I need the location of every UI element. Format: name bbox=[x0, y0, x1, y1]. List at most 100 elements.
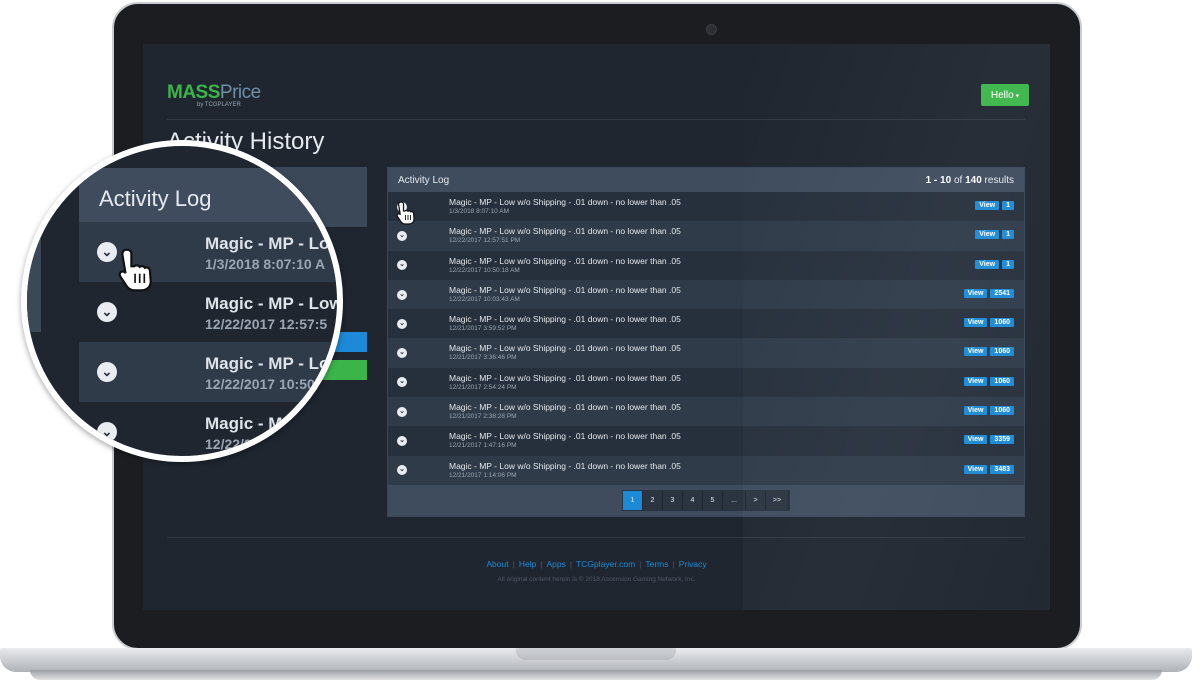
view-button[interactable]: View bbox=[963, 406, 988, 416]
footer-link[interactable]: Apps bbox=[547, 559, 566, 569]
results-total: 140 bbox=[965, 174, 982, 186]
magnified-table-row: ⌄ Magic - MP - Lo 12/22/2017 10:50 bbox=[79, 342, 337, 402]
chevron-down-icon: ⌄ bbox=[97, 422, 117, 442]
chevron-down-icon[interactable]: ⌄ bbox=[397, 436, 407, 447]
chevron-down-icon: ⌄ bbox=[97, 242, 117, 262]
view-button[interactable]: View bbox=[975, 259, 1000, 269]
count-badge: 1 bbox=[1002, 259, 1014, 269]
results-range: 1 - 10 bbox=[925, 174, 952, 186]
view-button[interactable]: View bbox=[975, 201, 1000, 210]
table-row[interactable]: ⌄ Magic - MP - Low w/o Shipping - .01 dow… bbox=[388, 368, 1024, 397]
laptop-notch bbox=[516, 648, 676, 660]
table-row[interactable]: ⌄ Magic - MP - Low w/o Shipping - .01 dow… bbox=[388, 338, 1024, 368]
view-button[interactable]: View bbox=[975, 230, 1000, 240]
table-row[interactable]: ⌄Magic - MP - Low w/o Shipping - .01 dow… bbox=[388, 192, 1024, 221]
row-title: Magic - MP - Low w/o Shipping - .01 down… bbox=[449, 255, 681, 266]
magnified-row-date: 12/22/2017 bbox=[205, 436, 276, 452]
table-row[interactable]: ⌄ Magic - MP - Low w/o Shipping - .01 dow… bbox=[388, 455, 1024, 485]
page-link[interactable]: > bbox=[746, 491, 766, 510]
table-row[interactable]: ⌄Magic - MP - Low w/o Shipping - .01 dow… bbox=[388, 426, 1024, 455]
footer-separator: | bbox=[639, 559, 642, 569]
count-badge: 3359 bbox=[990, 435, 1014, 445]
magnified-row-date: 12/22/2017 10:50 bbox=[205, 376, 315, 392]
app-logo[interactable]: MASSPrice by TCGPLAYER bbox=[167, 82, 261, 108]
table-row[interactable]: ⌄ Magic - MP - Low w/o Shipping - .01 dow… bbox=[388, 309, 1024, 338]
footer-link[interactable]: About bbox=[486, 559, 508, 569]
page-link[interactable]: >> bbox=[766, 491, 789, 510]
magnified-row-title: Magic - MP bbox=[205, 414, 294, 433]
footer-separator: | bbox=[512, 559, 515, 569]
page-link[interactable]: ... bbox=[723, 491, 746, 510]
logo-price: Price bbox=[219, 82, 261, 103]
page-link[interactable]: 1 bbox=[623, 491, 643, 510]
table-row[interactable]: ⌄ Magic - MP - Low w/o Shipping - .01 dow… bbox=[388, 251, 1024, 280]
activity-log-panel: Activity Log 1 - 10 of 140 results ⌄ Magi… bbox=[387, 167, 1025, 517]
row-date: 12/21/2017 3:36:46 PM bbox=[449, 354, 517, 362]
footer-link[interactable]: Terms bbox=[645, 559, 668, 569]
row-date: 12/21/2017 1:14:06 PM bbox=[449, 471, 517, 479]
row-title: Magic - MP - Low w/o Shipping - .01 down… bbox=[449, 314, 681, 325]
view-button[interactable]: View bbox=[963, 318, 988, 328]
row-date: 12/22/2017 12:57:51 PM bbox=[449, 237, 521, 245]
count-badge: 1060 bbox=[990, 406, 1014, 416]
count-badge: 1060 bbox=[990, 347, 1014, 357]
magnified-row-title: Magic - MP - Lo bbox=[205, 354, 330, 373]
magnified-table-row: ⌄ Magic - MP 12/22/2017 bbox=[79, 402, 337, 456]
row-date: 12/21/2017 1:47:16 PM bbox=[449, 442, 517, 450]
table-row[interactable]: ⌄Magic - MP - Low w/o Shipping - .01 dow… bbox=[388, 397, 1024, 427]
count-badge: 1060 bbox=[990, 318, 1014, 328]
magnified-row-title: Magic - MP - Low bbox=[205, 294, 343, 313]
chevron-down-icon: ⌄ bbox=[97, 302, 117, 322]
footer-link[interactable]: Help bbox=[519, 559, 536, 569]
chevron-down-icon[interactable]: ⌄ bbox=[397, 406, 407, 417]
chevron-down-icon[interactable]: ⌄ bbox=[397, 465, 407, 476]
activity-log-header: Activity Log 1 - 10 of 140 results bbox=[388, 168, 1024, 192]
count-badge: 1 bbox=[1002, 230, 1014, 240]
view-button[interactable]: View bbox=[963, 347, 988, 357]
row-date: 12/21/2017 2:38:28 PM bbox=[449, 413, 517, 421]
row-title: Magic - MP - Low w/o Shipping - .01 down… bbox=[449, 226, 681, 237]
footer-link[interactable]: TCGplayer.com bbox=[576, 559, 635, 569]
row-date: 1/3/2018 8:07:10 AM bbox=[449, 208, 509, 215]
table-row[interactable]: ⌄ Magic - MP - Low w/o Shipping - .01 dow… bbox=[388, 279, 1024, 310]
row-date: 12/22/2017 10:03:43 AM bbox=[449, 295, 520, 303]
user-menu-button[interactable]: Hello ▾ bbox=[981, 84, 1029, 106]
footer-separator: | bbox=[540, 559, 543, 569]
footer-link[interactable]: Privacy bbox=[679, 559, 707, 569]
laptop-base-shadow bbox=[30, 670, 1162, 680]
row-date: 12/22/2017 10:50:18 AM bbox=[449, 266, 520, 274]
page-link[interactable]: 2 bbox=[643, 491, 663, 510]
chevron-down-icon[interactable]: ⌄ bbox=[397, 260, 407, 271]
view-button[interactable]: View bbox=[963, 288, 988, 298]
hand-pointer-icon bbox=[396, 201, 415, 225]
chevron-down-icon: ⌄ bbox=[97, 362, 117, 382]
chevron-down-icon[interactable]: ⌄ bbox=[397, 377, 407, 388]
row-title: Magic - MP - Low w/o Shipping - .01 down… bbox=[449, 372, 681, 383]
page-link[interactable]: 3 bbox=[663, 491, 683, 510]
count-badge: 1 bbox=[1002, 201, 1014, 210]
count-badge: 1060 bbox=[990, 376, 1014, 386]
magnified-filter-panel bbox=[27, 222, 41, 332]
page-link[interactable]: 5 bbox=[703, 491, 723, 510]
logo-mass: MASS bbox=[167, 82, 220, 103]
user-menu-label: Hello bbox=[990, 89, 1014, 101]
chevron-down-icon[interactable]: ⌄ bbox=[397, 318, 407, 329]
footer-links: About | Help | Apps | TCGplayer.com | Terms | Priv… bbox=[143, 559, 1050, 569]
view-button[interactable]: View bbox=[963, 464, 988, 474]
row-title: Magic - MP - Low w/o Shipping - .01 down… bbox=[449, 460, 681, 471]
view-button[interactable]: View bbox=[963, 376, 988, 386]
caret-down-icon: ▾ bbox=[1015, 92, 1020, 100]
magnified-row-title: Magic - MP - Lo bbox=[205, 234, 330, 253]
magnified-log-title: Activity Log bbox=[99, 186, 212, 211]
table-row[interactable]: ⌄ Magic - MP - Low w/o Shipping - .01 dow… bbox=[388, 221, 1024, 251]
chevron-down-icon[interactable]: ⌄ bbox=[397, 348, 407, 359]
footer-divider bbox=[167, 537, 1025, 538]
page-link[interactable]: 4 bbox=[683, 491, 703, 510]
header-divider bbox=[167, 119, 1025, 120]
chevron-down-icon[interactable]: ⌄ bbox=[397, 289, 407, 300]
row-title: Magic - MP - Low w/o Shipping - .01 down… bbox=[449, 284, 681, 295]
row-title: Magic - MP - Low w/o Shipping - .01 down… bbox=[449, 343, 681, 354]
chevron-down-icon[interactable]: ⌄ bbox=[397, 230, 407, 241]
footer-separator: | bbox=[569, 559, 573, 569]
view-button[interactable]: View bbox=[963, 435, 988, 445]
